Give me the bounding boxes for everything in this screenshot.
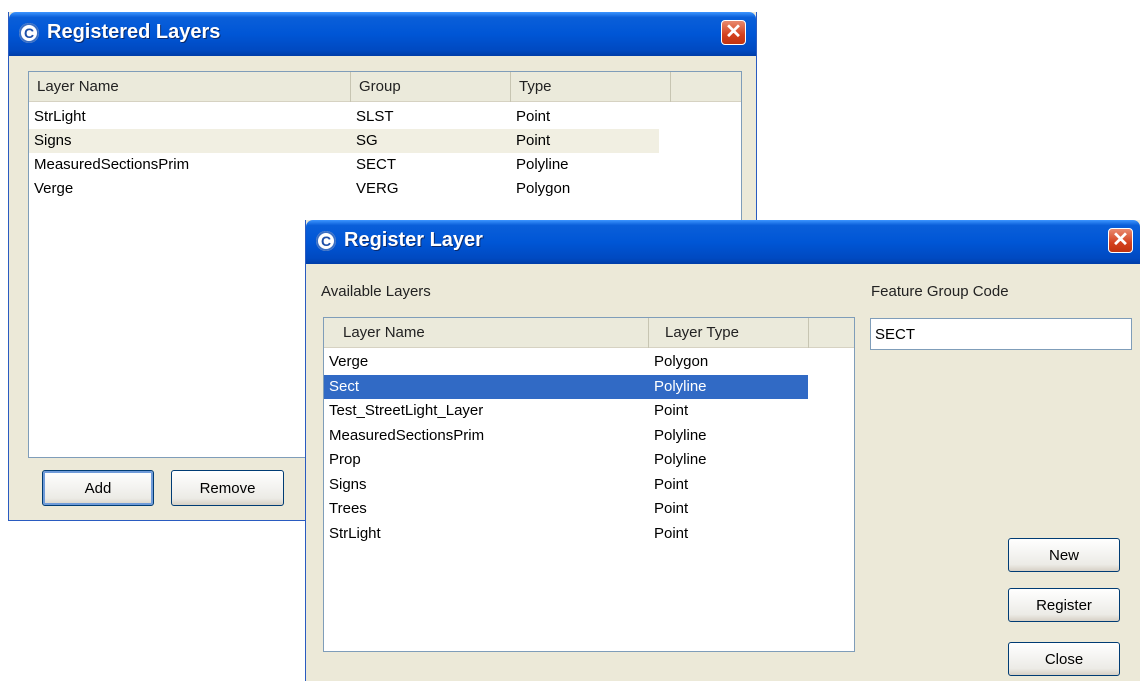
- feature-group-code-label: Feature Group Code: [871, 283, 1009, 300]
- layer-name-cell: Signs: [34, 132, 72, 149]
- layer-type-cell: Point: [654, 500, 689, 517]
- type-cell: Point: [516, 132, 551, 149]
- list-item[interactable]: Verge Polygon: [324, 350, 808, 374]
- available-layers-list[interactable]: Layer Name Layer Type Verge Polygon Sect Po…: [323, 317, 855, 652]
- layer-type-cell: Point: [654, 524, 689, 542]
- layer-name-cell: Trees: [329, 500, 367, 517]
- register-layer-titlebar[interactable]: C Register Layer ✕: [306, 220, 1140, 264]
- layer-type-cell: Polyline: [654, 426, 707, 444]
- table-row[interactable]: StrLight SLST Point: [29, 105, 659, 129]
- table-row[interactable]: MeasuredSectionsPrim SECT Polyline: [29, 153, 659, 177]
- list-item[interactable]: Trees Point: [324, 497, 808, 521]
- layer-type-cell: Point: [654, 402, 689, 419]
- layer-name-cell: Signs: [329, 475, 367, 493]
- layer-name-cell: StrLight: [329, 524, 381, 542]
- feature-group-code-input[interactable]: [870, 318, 1132, 350]
- window-title: Registered Layers: [47, 21, 221, 43]
- layer-name-cell: Verge: [329, 353, 369, 370]
- registered-layers-titlebar[interactable]: C Registered Layers ✕: [9, 12, 756, 56]
- list-item[interactable]: StrLight Point: [324, 522, 808, 546]
- new-button[interactable]: New: [1008, 538, 1120, 572]
- layer-name-cell: Sect: [329, 377, 360, 395]
- register-layer-window: C Register Layer ✕ Available Layers Feat…: [305, 220, 1140, 681]
- table-row[interactable]: Verge VERG Polygon: [29, 177, 659, 201]
- layer-name-cell: StrLight: [34, 108, 86, 125]
- list-item[interactable]: Test_StreetLight_Layer Point: [324, 399, 808, 423]
- register-button[interactable]: Register: [1008, 588, 1120, 622]
- list-header: Layer Name Group Type: [29, 72, 741, 102]
- column-header-layer-type[interactable]: Layer Type: [649, 318, 809, 348]
- group-cell: SECT: [356, 156, 397, 173]
- remove-button[interactable]: Remove: [171, 470, 284, 506]
- layer-name-cell: MeasuredSectionsPrim: [329, 426, 485, 444]
- group-cell: VERG: [356, 180, 399, 197]
- close-icon[interactable]: ✕: [1108, 228, 1133, 253]
- layer-name-cell: MeasuredSectionsPrim: [34, 156, 190, 173]
- type-cell: Point: [516, 108, 551, 125]
- list-header: Layer Name Layer Type: [324, 318, 854, 348]
- group-cell: SLST: [356, 108, 394, 125]
- layer-type-cell: Polygon: [654, 353, 709, 370]
- list-item[interactable]: Signs Point: [324, 473, 808, 497]
- layer-name-cell: Prop: [329, 451, 361, 468]
- type-cell: Polyline: [516, 156, 569, 173]
- layer-name-cell: Verge: [34, 180, 74, 197]
- add-button[interactable]: Add: [42, 470, 154, 506]
- column-header-layer-name[interactable]: Layer Name: [324, 318, 649, 348]
- app-icon: C: [19, 23, 39, 43]
- app-icon: C: [316, 231, 336, 251]
- layer-type-cell: Point: [654, 475, 689, 493]
- window-title: Register Layer: [344, 229, 483, 251]
- list-item[interactable]: Sect Polyline: [324, 374, 808, 399]
- list-item[interactable]: MeasuredSectionsPrim Polyline: [324, 424, 808, 448]
- column-header-type[interactable]: Type: [511, 72, 671, 102]
- layer-name-cell: Test_StreetLight_Layer: [329, 402, 484, 419]
- close-button[interactable]: Close: [1008, 642, 1120, 676]
- column-header-group[interactable]: Group: [351, 72, 511, 102]
- layer-type-cell: Polyline: [654, 377, 707, 395]
- close-icon[interactable]: ✕: [721, 20, 746, 45]
- available-layers-label: Available Layers: [321, 283, 431, 300]
- layer-type-cell: Polyline: [654, 451, 707, 468]
- column-header-layer-name[interactable]: Layer Name: [29, 72, 351, 102]
- group-cell: SG: [356, 132, 378, 149]
- list-item[interactable]: Prop Polyline: [324, 448, 808, 472]
- type-cell: Polygon: [516, 180, 571, 197]
- table-row[interactable]: Signs SG Point: [29, 129, 659, 153]
